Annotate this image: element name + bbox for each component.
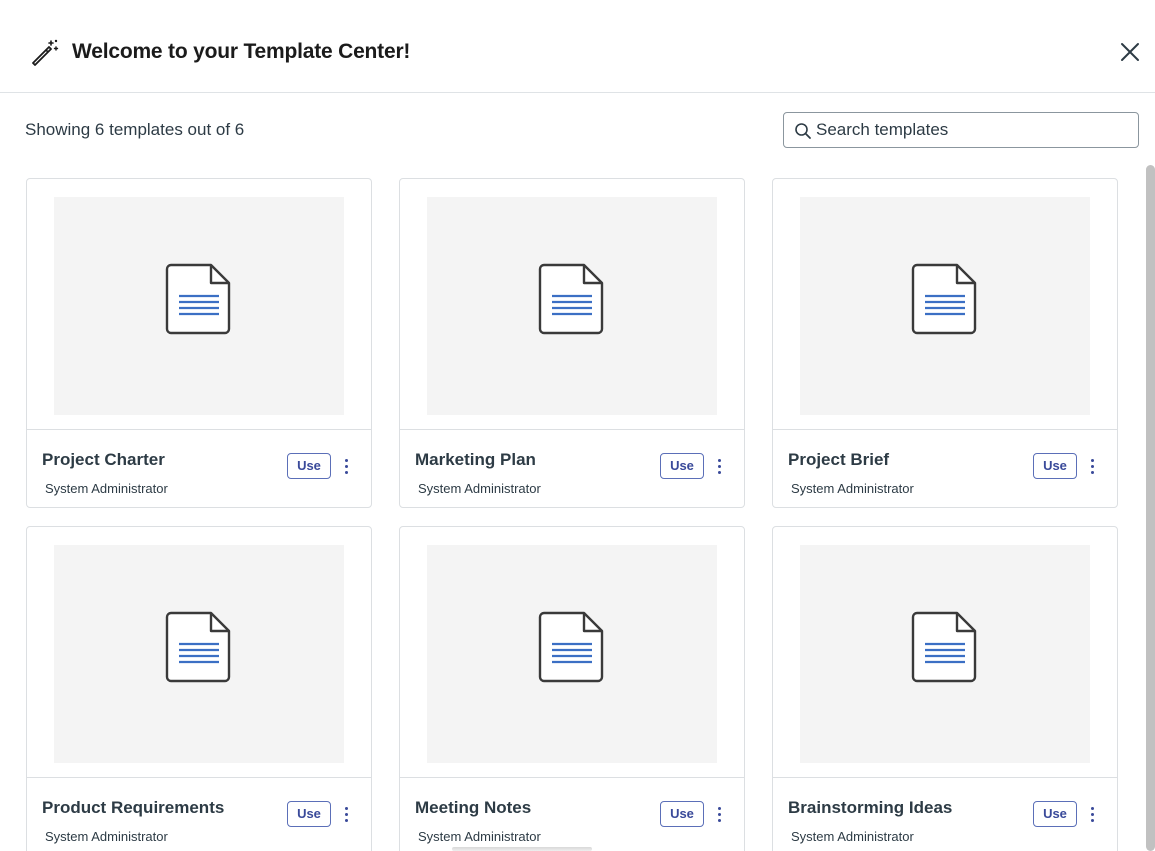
use-button[interactable]: Use — [1033, 453, 1077, 479]
template-author: System Administrator — [418, 481, 541, 496]
card-divider — [773, 777, 1117, 778]
magic-wand-icon — [30, 38, 60, 66]
search-icon — [794, 122, 812, 140]
template-name[interactable]: Brainstorming Ideas — [788, 797, 952, 819]
template-card[interactable]: Meeting Notes System Administrator Use — [399, 526, 745, 851]
use-button[interactable]: Use — [1033, 801, 1077, 827]
template-name[interactable]: Meeting Notes — [415, 797, 531, 819]
more-options-icon[interactable] — [341, 457, 353, 477]
template-author: System Administrator — [45, 481, 168, 496]
template-author: System Administrator — [45, 829, 168, 844]
document-icon — [911, 611, 977, 683]
template-card[interactable]: Project Charter System Administrator Use — [26, 178, 372, 508]
template-thumbnail[interactable] — [800, 197, 1090, 415]
template-card[interactable]: Marketing Plan System Administrator Use — [399, 178, 745, 508]
more-options-icon[interactable] — [1087, 805, 1099, 825]
more-options-icon[interactable] — [341, 805, 353, 825]
template-center-modal: Welcome to your Template Center! Showing… — [0, 0, 1155, 851]
template-author: System Administrator — [418, 829, 541, 844]
template-thumbnail[interactable] — [427, 197, 717, 415]
card-divider — [400, 429, 744, 430]
scroll-shadow — [452, 847, 592, 851]
template-thumbnail[interactable] — [54, 545, 344, 763]
template-card[interactable]: Brainstorming Ideas System Administrator… — [772, 526, 1118, 851]
use-button[interactable]: Use — [287, 453, 331, 479]
card-divider — [27, 777, 371, 778]
modal-title: Welcome to your Template Center! — [72, 40, 411, 63]
template-author: System Administrator — [791, 829, 914, 844]
template-thumbnail[interactable] — [427, 545, 717, 763]
scrollbar-thumb[interactable] — [1146, 165, 1155, 851]
template-author: System Administrator — [791, 481, 914, 496]
card-divider — [27, 429, 371, 430]
template-thumbnail[interactable] — [800, 545, 1090, 763]
close-icon[interactable] — [1116, 38, 1144, 66]
document-icon — [911, 263, 977, 335]
search-input[interactable] — [816, 113, 1134, 147]
search-box — [783, 112, 1139, 148]
card-divider — [400, 777, 744, 778]
document-icon — [538, 611, 604, 683]
template-name[interactable]: Product Requirements — [42, 797, 224, 819]
document-icon — [165, 263, 231, 335]
more-options-icon[interactable] — [1087, 457, 1099, 477]
template-name[interactable]: Marketing Plan — [415, 449, 536, 471]
more-options-icon[interactable] — [714, 805, 726, 825]
use-button[interactable]: Use — [660, 801, 704, 827]
modal-header: Welcome to your Template Center! — [0, 0, 1155, 93]
card-divider — [773, 429, 1117, 430]
document-icon — [165, 611, 231, 683]
use-button[interactable]: Use — [287, 801, 331, 827]
template-card[interactable]: Project Brief System Administrator Use — [772, 178, 1118, 508]
template-name[interactable]: Project Charter — [42, 449, 165, 471]
template-name[interactable]: Project Brief — [788, 449, 889, 471]
template-card[interactable]: Product Requirements System Administrato… — [26, 526, 372, 851]
more-options-icon[interactable] — [714, 457, 726, 477]
use-button[interactable]: Use — [660, 453, 704, 479]
document-icon — [538, 263, 604, 335]
template-thumbnail[interactable] — [54, 197, 344, 415]
template-count-text: Showing 6 templates out of 6 — [25, 120, 245, 139]
